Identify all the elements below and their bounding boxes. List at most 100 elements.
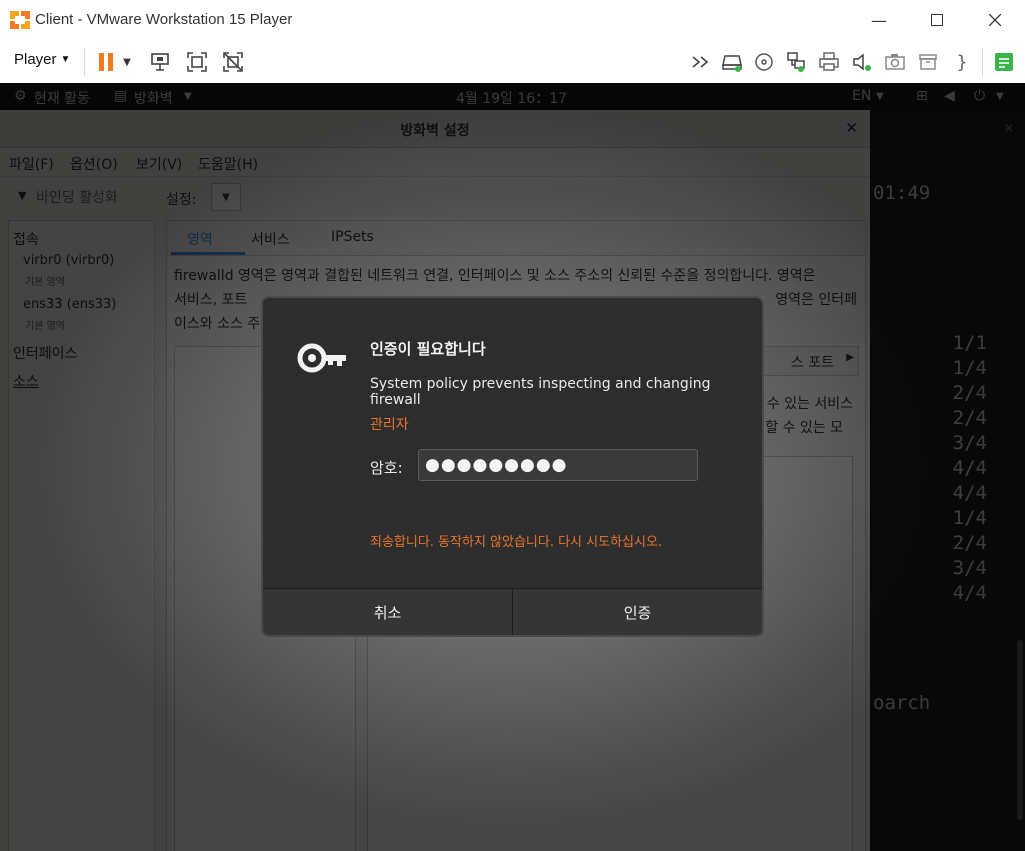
sound-button[interactable] bbox=[849, 49, 875, 75]
pause-icon bbox=[99, 53, 113, 71]
clock[interactable]: 4월 19일 16：17 bbox=[456, 88, 567, 108]
close-icon[interactable]: ✕ bbox=[845, 119, 858, 137]
activities-icon: ⚙ bbox=[14, 88, 27, 104]
camera-button[interactable] bbox=[882, 49, 908, 75]
fit-guest-button[interactable] bbox=[184, 49, 210, 75]
terminal-count-line: 2/4 bbox=[952, 532, 987, 554]
sound-icon bbox=[853, 53, 871, 71]
toolbar-divider bbox=[84, 48, 85, 76]
sidebar-item-zone: 기본 영역 bbox=[25, 277, 65, 288]
pause-dropdown[interactable]: ▼ bbox=[119, 49, 135, 75]
toolbar-divider bbox=[982, 48, 983, 76]
config-dropdown[interactable]: ▼ bbox=[211, 183, 241, 211]
config-label: 설정: bbox=[166, 192, 197, 208]
vmware-logo-icon bbox=[10, 11, 30, 29]
tab-services[interactable]: 서비스 bbox=[251, 229, 290, 249]
cd-icon bbox=[755, 53, 773, 71]
terminal-time: 01:49 bbox=[873, 182, 931, 204]
authenticate-button[interactable]: 인증 bbox=[512, 589, 762, 635]
menu-options[interactable]: 옵션(O) bbox=[70, 154, 118, 174]
password-label: 암호: bbox=[370, 459, 403, 477]
app-menu-button[interactable]: 방화벽 bbox=[134, 88, 173, 108]
cancel-button[interactable]: 취소 bbox=[263, 589, 512, 635]
tab-ipsets[interactable]: IPSets bbox=[331, 229, 374, 245]
brace-button[interactable]: } bbox=[949, 49, 975, 75]
sidebar-item-sources[interactable]: 소스 bbox=[13, 371, 39, 391]
close-icon[interactable]: ✕ bbox=[1005, 120, 1013, 136]
player-menu[interactable]: Player ▼ bbox=[14, 51, 70, 68]
subtab-source-port[interactable]: 스 포트 bbox=[791, 352, 834, 372]
network-status-icon[interactable]: ⊞ bbox=[916, 88, 928, 104]
terminal-count-line: 3/4 bbox=[952, 432, 987, 454]
printer-button[interactable] bbox=[816, 49, 842, 75]
minimize-button[interactable]: — bbox=[850, 0, 908, 40]
zone-description-line2: 서비스, 포트 bbox=[174, 292, 248, 308]
terminal-count-line: 4/4 bbox=[952, 582, 987, 604]
app-menu-icon: ▤ bbox=[114, 88, 128, 104]
chevron-down-icon: ▼ bbox=[996, 91, 1004, 102]
gnome-top-bar: ⚙ 현재 활동 ▤ 방화벽 ▼ 4월 19일 16：17 EN ▼ ⊞ ◀ ⏻ … bbox=[0, 83, 1025, 110]
sidebar-item-ens33[interactable]: ens33 (ens33) bbox=[23, 297, 116, 312]
tab-zones[interactable]: 영역 bbox=[187, 229, 213, 249]
sidebar-item-interfaces[interactable]: 인터페이스 bbox=[13, 343, 77, 363]
unity-icon bbox=[223, 52, 243, 72]
chevron-down-icon: ▼ bbox=[123, 56, 131, 68]
maximize-button[interactable] bbox=[908, 0, 966, 40]
terminal-scrollbar[interactable] bbox=[1017, 640, 1023, 820]
close-button[interactable] bbox=[966, 0, 1024, 40]
language-indicator[interactable]: EN bbox=[852, 88, 871, 104]
terminal-window[interactable]: ✕ 01:49 1/1 1/4 2/4 2/4 3/4 4/4 4/4 1/4 2/4 3/4 4/… bbox=[870, 110, 1025, 851]
host-titlebar: Client - VMware Workstation 15 Player — bbox=[0, 0, 1025, 40]
hard-disk-button[interactable] bbox=[719, 49, 745, 75]
power-icon[interactable]: ⏻ bbox=[974, 88, 985, 104]
notes-icon bbox=[995, 53, 1013, 71]
chevron-right-icon[interactable]: ▶ bbox=[846, 352, 854, 363]
menu-help[interactable]: 도움말(H) bbox=[198, 154, 258, 174]
network-button[interactable] bbox=[783, 49, 809, 75]
archive-icon bbox=[919, 54, 937, 70]
notes-button[interactable] bbox=[991, 49, 1017, 75]
hard-disk-icon bbox=[722, 55, 742, 72]
terminal-count-line: 4/4 bbox=[952, 482, 987, 504]
chevron-down-icon: ▼ bbox=[876, 91, 884, 102]
sidebar-item-virbr0[interactable]: virbr0 (virbr0) bbox=[23, 253, 114, 268]
player-menu-label: Player bbox=[14, 51, 57, 68]
zone-services-line1: 수 있는 서비스 bbox=[766, 396, 853, 412]
fit-guest-icon bbox=[187, 52, 207, 72]
firewall-header: 방화벽 설정 ✕ bbox=[0, 110, 870, 148]
network-icon bbox=[787, 52, 805, 72]
dialog-message: System policy prevents inspecting and ch… bbox=[370, 376, 711, 408]
activities-button[interactable]: 현재 활동 bbox=[34, 88, 90, 108]
key-icon bbox=[297, 343, 346, 373]
menu-view[interactable]: 보기(V) bbox=[136, 154, 182, 174]
cd-button[interactable] bbox=[751, 49, 777, 75]
terminal-count-line: 3/4 bbox=[952, 557, 987, 579]
zone-services-line2: 할 수 있는 모 bbox=[765, 420, 843, 436]
firewall-title: 방화벽 설정 bbox=[400, 123, 470, 139]
unity-button[interactable] bbox=[220, 49, 246, 75]
host-toolbar: Player ▼ ▼ } bbox=[0, 40, 1025, 84]
sidebar-section-connections: 접속 bbox=[13, 232, 39, 248]
menu-file[interactable]: 파일(F) bbox=[9, 154, 54, 174]
terminal-count-line: 1/1 bbox=[952, 332, 987, 354]
archive-button[interactable] bbox=[915, 49, 941, 75]
error-message: 죄송합니다. 동작하지 않았습니다. 다시 시도하십시오. bbox=[370, 535, 663, 550]
send-ctrl-alt-del-icon bbox=[151, 53, 169, 71]
dialog-user: 관리자 bbox=[370, 417, 409, 433]
password-input[interactable] bbox=[418, 449, 698, 481]
send-ctrl-alt-del-button[interactable] bbox=[147, 49, 173, 75]
zone-description-line1: firewalld 영역은 영역과 결합된 네트워크 연결, 인터페이스 및 소… bbox=[174, 268, 816, 284]
forward-button[interactable] bbox=[688, 49, 714, 75]
chevron-down-icon: ▼ bbox=[222, 191, 230, 203]
chevron-down-icon: ▼ bbox=[18, 189, 27, 202]
brace-icon: } bbox=[956, 51, 968, 73]
firewall-sidebar: 접속 virbr0 (virbr0) 기본 영역 ens33 (ens33) 기… bbox=[8, 220, 155, 851]
volume-icon[interactable]: ◀ bbox=[944, 88, 955, 104]
active-bindings-toggle[interactable]: 바인딩 활성화 bbox=[36, 187, 118, 207]
firewall-menubar: 파일(F) 옵션(O) 보기(V) 도움말(H) bbox=[0, 148, 870, 177]
terminal-count-line: 1/4 bbox=[952, 507, 987, 529]
window-title: Client - VMware Workstation 15 Player bbox=[35, 11, 293, 28]
pause-button[interactable] bbox=[93, 49, 119, 75]
close-icon bbox=[989, 14, 1001, 26]
dialog-buttons: 취소 인증 bbox=[263, 588, 762, 635]
